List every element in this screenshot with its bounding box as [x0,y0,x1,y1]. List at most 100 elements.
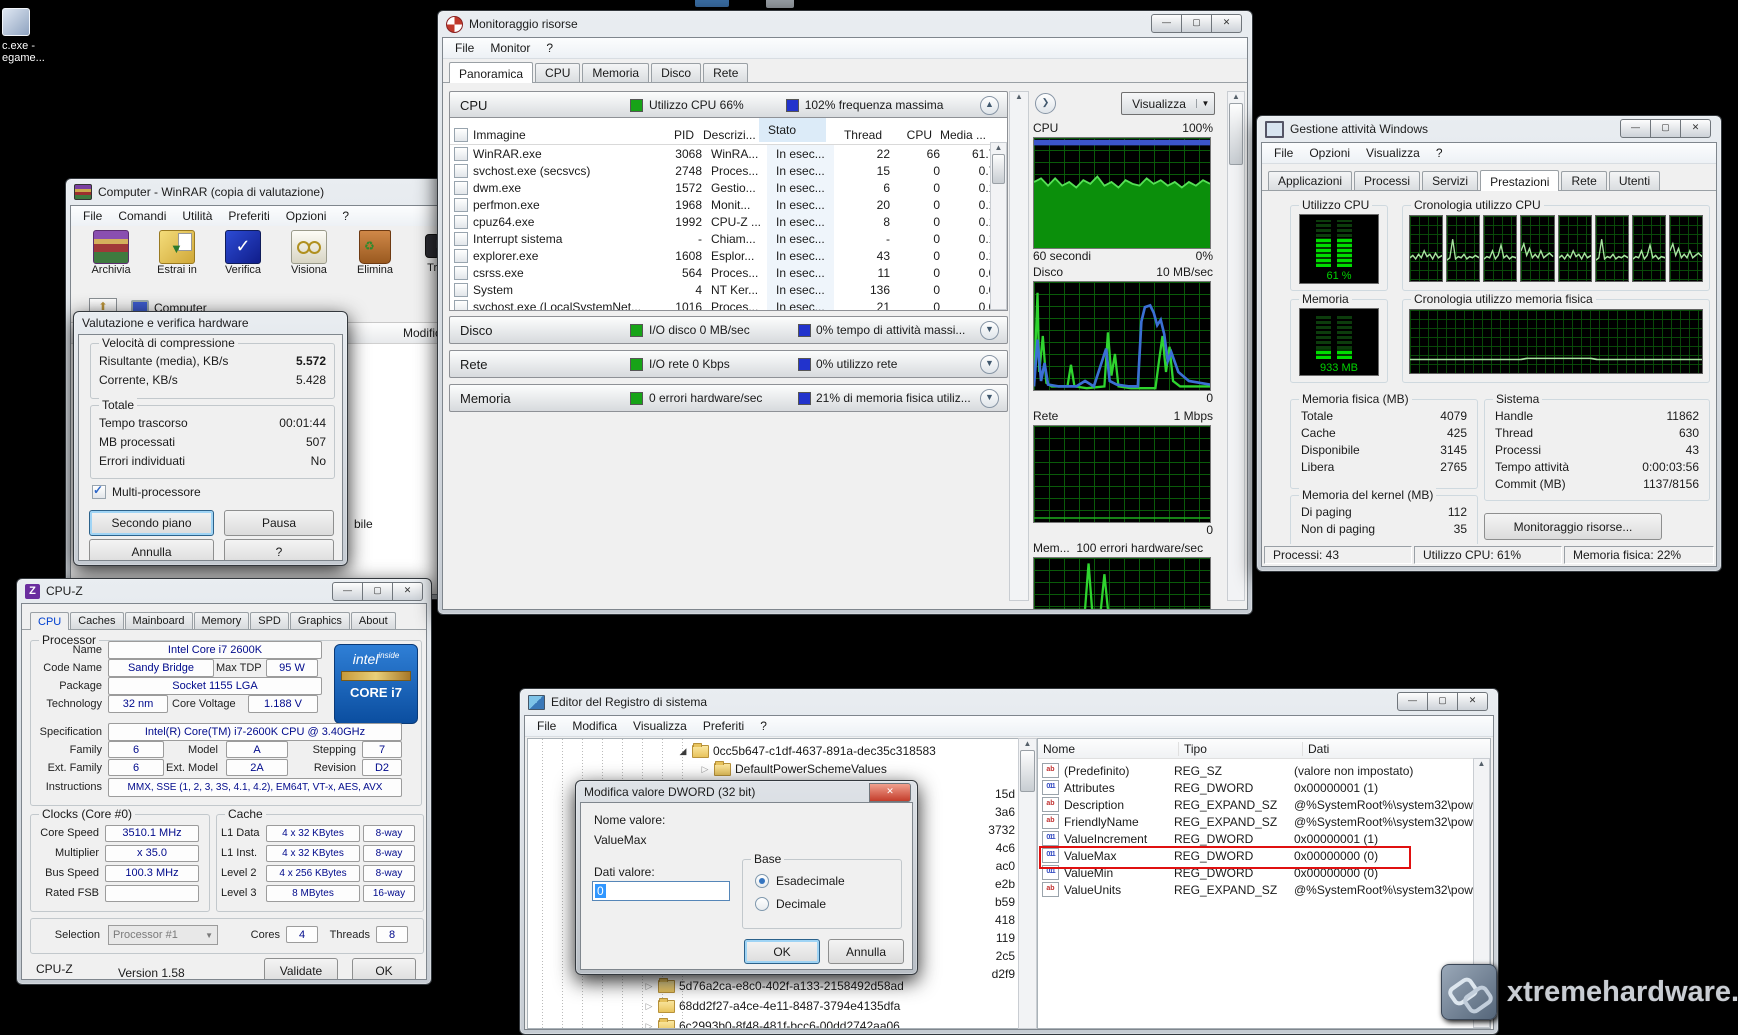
resmon-menu-help[interactable]: ? [538,41,561,55]
tree-collapsed-icon[interactable]: ▷ [644,981,654,992]
tree-collapsed-icon[interactable]: ▷ [700,764,710,775]
process-checkbox[interactable] [454,164,468,178]
taskman-menu-opzioni[interactable]: Opzioni [1301,146,1358,160]
process-checkbox[interactable] [454,249,468,263]
process-row[interactable]: WinRAR.exe 3068 WinRA... In esec... 22 6… [450,145,1007,162]
tab-panoramica[interactable]: Panoramica [449,62,533,83]
regedit-titlebar[interactable]: Editor del Registro di sistema [520,689,1498,715]
registry-value-row[interactable]: 011 ValueMin REG_DWORD 0x00000000 (0) [1038,864,1490,881]
pane-splitter[interactable]: ▲ [1009,91,1029,601]
regedit-menu-file[interactable]: File [529,719,564,733]
close-button[interactable]: ✕ [1457,692,1488,711]
section-bar[interactable]: Memoria 0 errori hardware/sec 21% di mem… [449,384,1008,412]
process-row[interactable]: perfmon.exe 1968 Monit... In esec... 20 … [450,196,1007,213]
minimize-button[interactable]: — [1151,14,1182,33]
regedit-menu-help[interactable]: ? [752,719,775,733]
dword-titlebar[interactable]: Modifica valore DWORD (32 bit) [576,781,917,802]
tab-cpu[interactable]: CPU [535,63,580,82]
tree-item-guid[interactable]: ▷ 5d76a2ca-e8c0-402f-a133-2158492d58ad [644,976,1019,996]
tree-collapsed-icon[interactable]: ▷ [644,1001,654,1012]
resmon-menu-monitor[interactable]: Monitor [482,41,538,55]
desktop-shortcut[interactable]: c.exe - egame... [2,8,72,64]
hex-radio[interactable]: Esadecimale [755,874,901,888]
taskman-menu-file[interactable]: File [1266,146,1301,160]
tab-rete[interactable]: Rete [703,63,748,82]
process-row[interactable]: svchost.exe (LocalSystemNet... 1016 Proc… [450,298,1007,311]
registry-value-row[interactable]: ab FriendlyName REG_EXPAND_SZ @%SystemRo… [1038,813,1490,830]
dword-cancel-button[interactable]: Annulla [828,939,904,964]
registry-value-row[interactable]: 011 Attributes REG_DWORD 0x00000001 (1) [1038,779,1490,796]
registry-value-row[interactable]: 011 ValueIncrement REG_DWORD 0x00000001 … [1038,830,1490,847]
tab-about[interactable]: About [351,612,396,629]
benchmark-titlebar[interactable]: Valutazione e verifica hardware [74,312,347,334]
expand-chevron-icon[interactable]: ▼ [980,389,999,408]
maximize-button[interactable]: ▢ [1181,14,1212,33]
winrar-elimina-button[interactable]: ♻ Elimina [349,230,401,276]
maximize-button[interactable]: ▢ [1427,692,1458,711]
winrar-menu-preferiti[interactable]: Preferiti [220,209,277,223]
taskman-menu-visualizza[interactable]: Visualizza [1358,146,1428,160]
winrar-verifica-button[interactable]: ✓ Verifica [217,230,269,276]
winrar-menu-utilita[interactable]: Utilità [174,209,220,223]
winrar-menu-comandi[interactable]: Comandi [110,209,174,223]
process-checkbox[interactable] [454,266,468,280]
close-button[interactable]: ✕ [869,783,911,802]
tab-utenti[interactable]: Utenti [1609,171,1660,190]
tab-mainboard[interactable]: Mainboard [125,612,193,629]
winrar-menu-opzioni[interactable]: Opzioni [278,209,335,223]
winrar-menu-file[interactable]: File [75,209,110,223]
process-checkbox[interactable] [454,215,468,229]
maximize-button[interactable]: ▢ [1650,119,1681,138]
process-checkbox[interactable] [454,232,468,246]
process-checkbox[interactable] [454,283,468,297]
resmon-titlebar[interactable]: Monitoraggio risorse [438,11,1252,37]
processor-select[interactable]: Processor #1▼ [108,925,218,945]
process-row[interactable]: cpuz64.exe 1992 CPU-Z ... In esec... 8 0… [450,213,1007,230]
winrar-estrai-button[interactable]: ▼ Estrai in [151,230,203,276]
column-dati[interactable]: Dati [1303,742,1490,756]
tab-graphics[interactable]: Graphics [290,612,350,629]
winrar-visiona-button[interactable]: Visiona [283,230,335,276]
process-checkbox[interactable] [454,181,468,195]
tree-expanded-icon[interactable]: ◢ [678,746,688,757]
panel-collapse-icon[interactable]: ❯ [1035,93,1056,114]
close-button[interactable]: ✕ [1680,119,1711,138]
tab-servizi[interactable]: Servizi [1422,171,1478,190]
dec-radio[interactable]: Decimale [755,897,901,911]
regedit-menu-modifica[interactable]: Modifica [564,719,625,733]
tree-item-guid[interactable]: ▷ 68dd2f27-a4ce-4e11-8487-3794e4135dfa [644,996,1019,1016]
process-row[interactable]: Interrupt sistema - Chiam... In esec... … [450,230,1007,247]
tab-cpu[interactable]: CPU [30,612,69,630]
minimize-button[interactable]: — [1620,119,1651,138]
expand-chevron-icon[interactable]: ▼ [980,321,999,340]
taskman-menu-help[interactable]: ? [1428,146,1451,160]
minimize-button[interactable]: — [332,582,363,601]
maximize-button[interactable]: ▢ [362,582,393,601]
expand-chevron-icon[interactable]: ▼ [980,355,999,374]
column-nome[interactable]: Nome [1038,742,1179,756]
registry-value-row[interactable]: 011 ValueMax REG_DWORD 0x00000000 (0) [1038,847,1490,864]
tree-item-guid[interactable]: ▷ 6c2993b0-8f48-481f-bcc6-00dd2742aa06 [644,1016,1019,1029]
regedit-menu-visualizza[interactable]: Visualizza [625,719,695,733]
process-row[interactable]: System 4 NT Ker... In esec... 136 0 0.05 [450,281,1007,298]
dword-ok-button[interactable]: OK [744,939,820,964]
validate-button[interactable]: Validate [264,958,338,980]
cpu-section-header[interactable]: CPU Utilizzo CPU 66% 102% frequenza mass… [449,91,1008,119]
tree-item-guid-expanded[interactable]: ◢ 0cc5b647-c1df-4637-891a-dec35c318583 [678,742,936,760]
multiprocessor-checkbox[interactable]: Multi-processore [92,485,201,499]
cpuz-ok-button[interactable]: OK [352,958,416,980]
registry-value-row[interactable]: ab Description REG_EXPAND_SZ @%SystemRoo… [1038,796,1490,813]
close-button[interactable]: ✕ [392,582,423,601]
resmon-menu-file[interactable]: File [447,41,482,55]
process-row[interactable]: svchost.exe (secsvcs) 2748 Proces... In … [450,162,1007,179]
regedit-menu-preferiti[interactable]: Preferiti [695,719,752,733]
minimize-button[interactable]: — [1397,692,1428,711]
tree-item-defaultpowerschemevalues[interactable]: ▷ DefaultPowerSchemeValues [700,760,887,778]
value-data-input[interactable]: 0 [592,881,730,901]
tab-applicazioni[interactable]: Applicazioni [1268,171,1352,190]
tab-spd[interactable]: SPD [250,612,289,629]
visualizza-dropdown[interactable]: Visualizza ▼ [1121,92,1215,115]
winrar-menu-help[interactable]: ? [334,209,357,223]
help-button[interactable]: ? [224,539,334,561]
close-button[interactable]: ✕ [1211,14,1242,33]
